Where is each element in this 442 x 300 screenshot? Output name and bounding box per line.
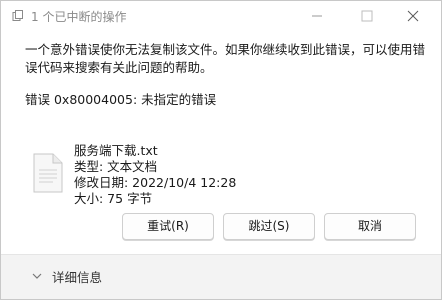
title-bar: 1 个已中断的操作 — [1, 1, 441, 31]
file-name: 服务端下载.txt — [74, 143, 158, 158]
error-code: 错误 0x80004005: 未指定的错误 — [25, 92, 217, 107]
details-toggle[interactable]: 详细信息 — [1, 254, 441, 299]
skip-button[interactable]: 跳过(S) — [223, 213, 315, 240]
details-label: 详细信息 — [52, 270, 103, 285]
chevron-down-icon — [32, 273, 42, 279]
minimize-icon[interactable] — [303, 5, 331, 27]
error-dialog: 1 个已中断的操作 一个意外错误使你无法复制该文件。如果你继续收到此错误，可以使… — [0, 0, 442, 300]
error-message: 一个意外错误使你无法复制该文件。如果你继续收到此错误，可以使用错误代码来搜索有关… — [25, 42, 426, 75]
file-modified: 修改日期: 2022/10/4 12:28 — [74, 175, 237, 190]
file-type: 类型: 文本文档 — [74, 159, 158, 174]
maximize-icon[interactable] — [353, 5, 381, 27]
dialog-title: 1 个已中断的操作 — [31, 10, 127, 24]
cancel-button[interactable]: 取消 — [324, 213, 416, 240]
close-icon[interactable] — [399, 5, 427, 27]
retry-button[interactable]: 重试(R) — [122, 213, 214, 240]
text-file-icon — [33, 153, 63, 193]
file-size: 大小: 75 字节 — [74, 191, 153, 206]
copy-icon — [12, 10, 23, 21]
file-details: 服务端下载.txt 类型: 文本文档 修改日期: 2022/10/4 12:28… — [74, 143, 236, 207]
